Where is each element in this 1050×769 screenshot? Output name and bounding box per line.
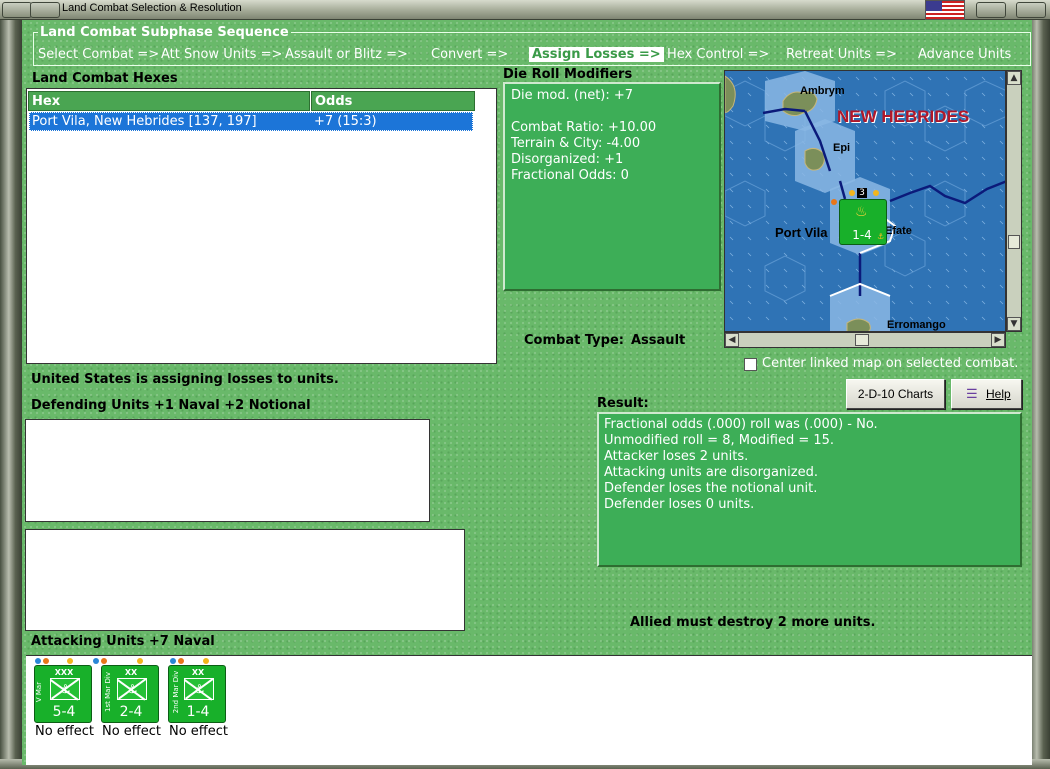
status-dot-icon [35, 658, 41, 664]
unit-size: XXX [54, 668, 74, 677]
scroll-up-icon[interactable]: ▲ [1007, 71, 1021, 85]
status-dot-icon [873, 190, 879, 196]
unit-strength: 2-4 [119, 704, 143, 720]
die-roll-modifiers-label: Die Roll Modifiers [503, 67, 633, 82]
status-dot-icon [831, 199, 837, 205]
map-label-ambrym: Ambrym [800, 85, 845, 97]
anchor-icon: ⚓ [60, 682, 71, 696]
defending-units-box[interactable] [25, 419, 430, 522]
subphase-sequence-title: Land Combat Subphase Sequence [38, 25, 291, 40]
unit-strength: 5-4 [52, 704, 76, 720]
map-label-efate: Efate [885, 225, 912, 237]
die-mod-disorganized: Disorganized: +1 [511, 152, 624, 167]
step-advance-units[interactable]: Advance Units [918, 47, 1011, 62]
status-dot-icon [67, 658, 73, 664]
step-assault-or-blitz[interactable]: Assault or Blitz => [285, 47, 408, 62]
status-dot-icon [203, 658, 209, 664]
left-rail [0, 20, 22, 769]
table-row[interactable]: Port Vila, New Hebrides [137, 197] +7 (1… [29, 112, 473, 131]
step-hex-control[interactable]: Hex Control => [667, 47, 769, 62]
center-linked-map-checkbox[interactable] [744, 358, 757, 371]
hex-cell: Port Vila, New Hebrides [137, 197] [32, 114, 257, 129]
status-dot-icon [849, 190, 855, 196]
book-icon: ☰ [966, 386, 978, 401]
map-label-epi: Epi [833, 142, 851, 154]
fire-icon: ♨ [855, 204, 868, 220]
defending-units-label: Defending Units +1 Naval +2 Notional [31, 398, 311, 413]
die-roll-modifiers-box: Die mod. (net): +7 Combat Ratio: +10.00 … [503, 82, 721, 291]
step-convert[interactable]: Convert => [431, 47, 508, 62]
anchor-icon: ⚓ [194, 682, 205, 696]
step-select-combat[interactable]: Select Combat => [38, 47, 159, 62]
status-dot-icon [170, 658, 176, 664]
unit-counter[interactable]: XX 2nd Mar Div ⚓ 1-4 [168, 665, 226, 723]
status-dot-icon [43, 658, 49, 664]
scroll-thumb-v[interactable] [1008, 235, 1020, 249]
status-dot-icon [101, 658, 107, 664]
unit-counter[interactable]: XXX V Mar ⚓ 5-4 [34, 665, 92, 723]
result-label: Result: [597, 396, 649, 411]
combat-type-value: Assault [631, 333, 686, 348]
result-line: Attacking units are disorganized. [604, 465, 818, 480]
die-mod-spacer [511, 104, 713, 120]
map-label-erromango: Erromango [887, 319, 946, 331]
die-mod-terrain-city: Terrain & City: -4.00 [511, 136, 641, 151]
charts-button[interactable]: 2-D-10 Charts [846, 379, 945, 409]
status-dot-icon [178, 658, 184, 664]
map-unit-counter[interactable]: ♨ 1-4 ⚓ [839, 199, 887, 245]
help-button-label: Help [986, 387, 1011, 401]
anchor-icon: ⚓ [877, 232, 885, 241]
step-assign-losses[interactable]: Assign Losses => [529, 47, 664, 62]
menu-cap-icon[interactable] [30, 2, 60, 18]
right-cap-icon [976, 2, 1006, 18]
land-combat-hexes-list[interactable]: Hex Odds Port Vila, New Hebrides [137, 1… [26, 88, 497, 364]
help-button[interactable]: ☰ Help [951, 379, 1022, 409]
step-retreat-units[interactable]: Retreat Units => [786, 47, 897, 62]
status-dot-icon [93, 658, 99, 664]
allied-destroy-message: Allied must destroy 2 more units. [630, 615, 876, 630]
odds-column-header[interactable]: Odds [311, 91, 475, 111]
title-bar[interactable]: Land Combat Selection & Resolution [0, 0, 1050, 20]
unit-counter[interactable]: XX 1st Mar Div ⚓ 2-4 [101, 665, 159, 723]
hex-column-header[interactable]: Hex [28, 91, 310, 111]
unit-effect: No effect [35, 724, 95, 739]
result-box: Fractional odds (.000) roll was (.000) -… [597, 412, 1022, 567]
anchor-icon: ⚓ [127, 682, 138, 696]
die-mod-fractional-odds: Fractional Odds: 0 [511, 168, 629, 183]
scroll-left-icon[interactable]: ◀ [725, 333, 739, 347]
die-mod-net: Die mod. (net): +7 [511, 88, 634, 103]
map-stack-count: 3 [857, 188, 867, 198]
close-cap-icon[interactable] [1016, 2, 1046, 18]
step-att-snow-units[interactable]: Att Snow Units => [161, 47, 282, 62]
linked-map[interactable]: Ambrym NEW HEBRIDES Epi Port Vila Efate … [724, 70, 1006, 332]
map-label-port-vila: Port Vila [775, 225, 828, 240]
center-linked-map-label[interactable]: Center linked map on selected combat. [762, 356, 1018, 371]
scroll-thumb-h[interactable] [855, 334, 869, 346]
window-title: Land Combat Selection & Resolution [62, 2, 242, 14]
odds-cell: +7 (15:3) [314, 114, 377, 129]
attacking-units-label: Attacking Units +7 Naval [31, 634, 215, 649]
left-cap-icon [2, 2, 32, 18]
unit-strength: 1-4 [186, 704, 210, 720]
status-dot-icon [137, 658, 143, 664]
map-vertical-scrollbar[interactable]: ▲ ▼ [1006, 70, 1022, 332]
die-mod-combat-ratio: Combat Ratio: +10.00 [511, 120, 657, 135]
result-line: Unmodified roll = 8, Modified = 15. [604, 433, 835, 448]
us-flag-icon [925, 0, 965, 20]
status-message: United States is assigning losses to uni… [31, 372, 339, 387]
result-line: Attacker loses 2 units. [604, 449, 749, 464]
scroll-down-icon[interactable]: ▼ [1007, 317, 1021, 331]
unit-effect: No effect [102, 724, 162, 739]
result-line: Fractional odds (.000) roll was (.000) -… [604, 417, 878, 432]
result-line: Defender loses 0 units. [604, 497, 755, 512]
scroll-right-icon[interactable]: ▶ [991, 333, 1005, 347]
map-horizontal-scrollbar[interactable]: ◀ ▶ [724, 332, 1006, 348]
combat-type-label: Combat Type: [524, 333, 624, 348]
result-line: Defender loses the notional unit. [604, 481, 818, 496]
unit-effect: No effect [169, 724, 229, 739]
land-combat-hexes-label: Land Combat Hexes [32, 71, 178, 86]
map-label-region: NEW HEBRIDES [837, 107, 970, 126]
defending-units-box-secondary[interactable] [25, 529, 465, 631]
unit-name: V Mar [35, 681, 44, 703]
